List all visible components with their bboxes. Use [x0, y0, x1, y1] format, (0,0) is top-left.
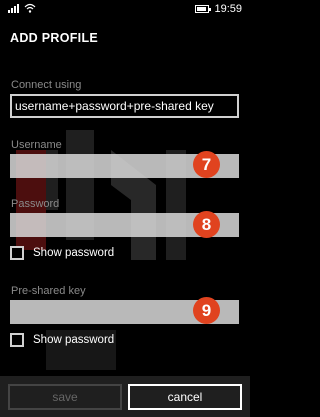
callout-badge-7: 7: [193, 151, 220, 178]
callout-badge-9: 9: [193, 297, 220, 324]
show-password-label-2: Show password: [33, 334, 115, 346]
page-title: ADD PROFILE: [10, 31, 99, 45]
save-button[interactable]: save: [8, 384, 122, 410]
preshared-key-label: Pre-shared key: [11, 285, 86, 297]
show-password-label-1: Show password: [33, 247, 115, 259]
signal-strength-icon: [8, 3, 19, 13]
show-password-row-1[interactable]: Show password: [10, 246, 114, 260]
connect-using-select[interactable]: username+password+pre-shared key: [10, 94, 239, 118]
battery-icon: [195, 5, 212, 13]
wifi-icon: [24, 3, 36, 13]
username-label: Username: [11, 139, 62, 151]
show-password-row-2[interactable]: Show password: [10, 333, 114, 347]
password-label: Password: [11, 198, 60, 210]
show-password-checkbox-1[interactable]: [10, 246, 24, 260]
connect-using-label: Connect using: [11, 79, 82, 91]
cancel-button[interactable]: cancel: [128, 384, 242, 410]
status-bar: 19:59: [0, 0, 250, 18]
callout-badge-8: 8: [193, 211, 220, 238]
clock: 19:59: [214, 3, 242, 15]
show-password-checkbox-2[interactable]: [10, 333, 24, 347]
app-bar: save cancel: [0, 376, 250, 417]
